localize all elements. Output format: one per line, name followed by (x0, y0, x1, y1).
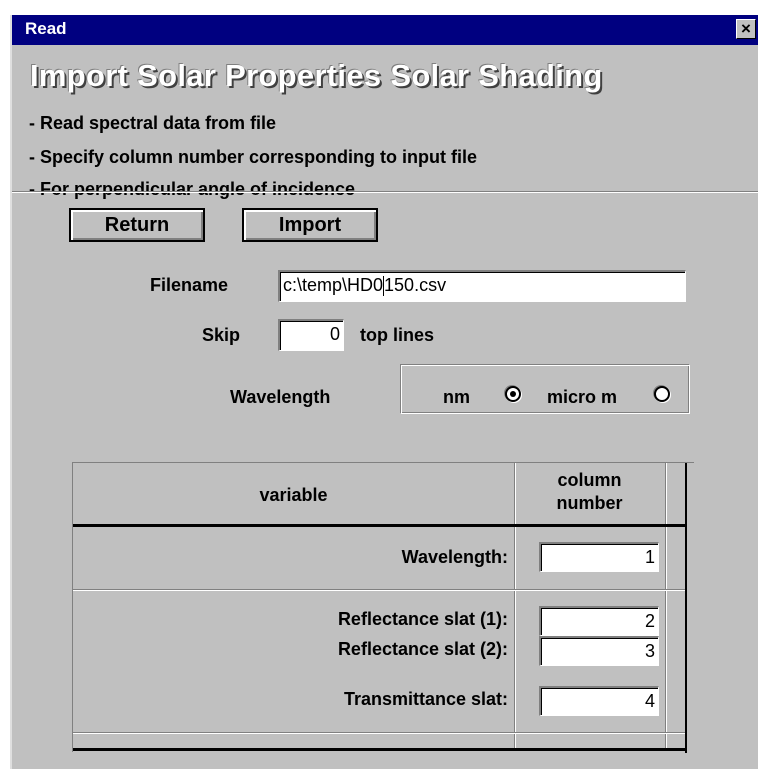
filename-value-start: c:\temp\HD0 (283, 275, 384, 295)
row-label-transmittance: Transmittance slat: (343, 689, 508, 709)
skip-label: Skip (202, 325, 241, 345)
window-title: Read (25, 19, 67, 38)
table-header-rule (73, 524, 687, 527)
header-column-number-line1: column (557, 470, 622, 490)
bullet-specify-column: - Specify column number corresponding to… (29, 147, 478, 167)
title-bar: Read × (12, 15, 758, 45)
skip-suffix-label: top lines (360, 325, 435, 345)
table-right-border (685, 463, 687, 753)
row-label-wavelength: Wavelength: (401, 547, 508, 567)
reflectance-1-column-input[interactable]: 2 (539, 606, 659, 636)
bullet-perpendicular: - For perpendicular angle of incidence (29, 179, 356, 199)
row-label-reflectance-1: Reflectance slat (1): (337, 609, 508, 629)
return-button[interactable]: Return (69, 208, 205, 242)
unit-nm-label: nm (443, 387, 470, 407)
column-mapping-table: variable column number Wavelength: 1 Ref… (72, 462, 694, 753)
unit-micro-radio[interactable] (654, 386, 670, 402)
read-dialog: Read × Import Solar Properties Solar Sha… (10, 15, 758, 769)
transmittance-column-input[interactable]: 4 (539, 686, 659, 716)
filename-input[interactable]: c:\temp\HD0150.csv (278, 270, 686, 302)
filename-value-end: 150.csv (384, 275, 447, 295)
wavelength-column-input[interactable]: 1 (539, 542, 659, 572)
reflectance-2-column-input[interactable]: 3 (539, 636, 659, 666)
table-bottom-border (73, 748, 687, 751)
unit-micro-label: micro m (547, 387, 618, 407)
close-button[interactable]: × (736, 19, 756, 39)
close-icon: × (741, 19, 751, 38)
radio-selected-dot (510, 391, 516, 397)
header-area: Import Solar Properties Solar Shading - … (12, 45, 758, 205)
wavelength-unit-group: nm micro m (400, 364, 690, 414)
table-right-divider (665, 463, 667, 751)
row-label-reflectance-2: Reflectance slat (2): (337, 639, 508, 659)
header-separator (12, 191, 758, 193)
skip-input[interactable]: 0 (278, 319, 344, 351)
row-separator (73, 589, 685, 591)
bullet-read-spectral: - Read spectral data from file (29, 113, 277, 133)
import-button[interactable]: Import (242, 208, 378, 242)
page-title: Import Solar Properties Solar Shading (30, 58, 603, 93)
header-variable: variable (259, 485, 328, 505)
table-bottom-rule (73, 732, 685, 734)
filename-label: Filename (150, 275, 229, 295)
unit-nm-radio[interactable] (505, 386, 521, 402)
header-column-number-line2: number (556, 493, 623, 513)
wavelength-label: Wavelength (230, 387, 331, 407)
